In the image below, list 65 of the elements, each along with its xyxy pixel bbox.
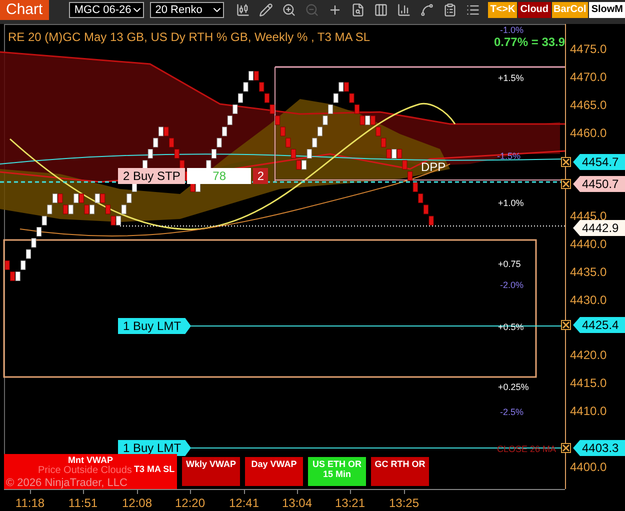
percent-label: +1.5% (498, 72, 524, 85)
pencil-icon[interactable] (259, 3, 274, 17)
summary-label: 0.77% = 33.9 (494, 34, 566, 51)
indicator-toggle[interactable]: SlowM (589, 2, 625, 18)
time-axis-label: 11:51 (68, 495, 98, 511)
order-label[interactable]: 2 Buy STP (118, 168, 186, 184)
price-axis-label: 4430.0 (570, 292, 607, 307)
time-axis-label: 12:41 (229, 495, 259, 511)
indicator-button[interactable]: GC RTH OR (371, 457, 429, 486)
price-marker: 4442.9 (573, 220, 625, 236)
price-axis-label: 4475.0 (570, 42, 607, 56)
price-axis-label: 4420.0 (570, 348, 607, 362)
time-axis-label: 13:21 (335, 495, 365, 511)
close-x-icon[interactable] (561, 320, 571, 330)
price-marker: 4454.7 (573, 154, 625, 170)
list-icon[interactable] (466, 3, 480, 17)
price-axis-label: 4465.0 (570, 98, 607, 112)
order-label[interactable]: 1 Buy LMT (118, 318, 192, 334)
chart-title: RE 20 (M)GC May 13 GB, US Dy RTH % GB, Weekly % , T3 MA SL (8, 29, 370, 46)
price-axis-label: 4400.0 (570, 460, 607, 474)
bar-chart-icon[interactable] (397, 3, 412, 17)
chart-tab[interactable]: Chart (0, 0, 49, 20)
indicator-title: Mnt VWAP (68, 454, 113, 466)
time-axis-label: 12:08 (122, 495, 152, 511)
columns-icon[interactable] (374, 3, 388, 17)
price-axis-label: 4415.0 (570, 376, 607, 390)
time-axis-label: 13:04 (282, 495, 312, 511)
indicator-button[interactable]: Wkly VWAP (182, 457, 240, 486)
percent-label: +0.75 (498, 258, 521, 271)
indicator-button[interactable]: Day VWAP (245, 457, 303, 486)
close-x-icon[interactable] (561, 179, 571, 189)
line-drawing-icon[interactable] (420, 3, 434, 17)
document-search-icon[interactable] (351, 3, 366, 17)
time-axis-label: 12:20 (175, 495, 205, 511)
alert-text: Price Outside Clouds (38, 464, 132, 478)
price-marker: 4425.4 (573, 317, 625, 333)
close-x-icon[interactable] (561, 157, 571, 167)
price-axis-label: 4460.0 (570, 126, 607, 140)
close-x-icon[interactable] (561, 443, 571, 453)
price-axis-label: 4470.0 (570, 70, 607, 84)
percent-label: +1.0% (498, 197, 524, 210)
clipboard-icon[interactable] (443, 3, 458, 17)
zoom-in-icon[interactable] (282, 3, 296, 17)
price-axis-label: 4435.0 (570, 264, 607, 279)
percent-label: -2.5% (500, 406, 524, 419)
order-label[interactable]: 1 Buy LMT (118, 440, 192, 456)
copyright-text: © 2026 NinjaTrader, LLC (6, 476, 128, 491)
price-marker: 4450.7 (573, 176, 625, 192)
price-axis-label: 4410.0 (570, 404, 607, 418)
pivot-label: DPP (421, 159, 446, 176)
time-axis-label: 11:18 (15, 495, 45, 511)
time-axis-label: 13:25 (389, 495, 419, 511)
crosshair-icon[interactable] (328, 3, 342, 17)
bar-type-dropdown[interactable]: 20 Renko (150, 2, 224, 18)
indicator-toggle[interactable]: Cloud (518, 2, 551, 18)
order-count-label[interactable]: 2 (253, 168, 268, 184)
price-marker: 4403.3 (573, 440, 625, 456)
percent-label: -1.0% (500, 24, 524, 37)
indicator-panel[interactable]: Mnt VWAP Price Outside Clouds © 2026 NinjaTrader, LLC T3 MA SL (4, 454, 177, 489)
bars-icon[interactable] (236, 3, 250, 17)
percent-label: +0.25% (498, 381, 529, 394)
percent-label: -2.0% (500, 279, 524, 292)
instrument-dropdown[interactable]: MGC 06-26 (69, 2, 144, 18)
indicator-subtitle: T3 MA SL (134, 463, 175, 476)
price-axis-label: 4440.0 (570, 236, 607, 251)
